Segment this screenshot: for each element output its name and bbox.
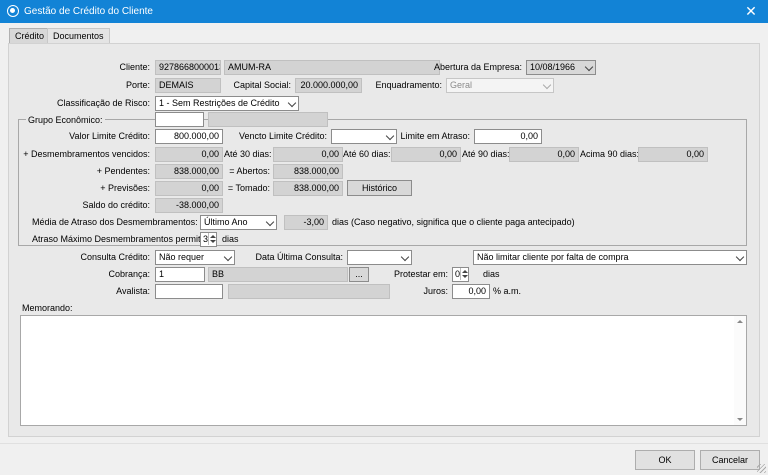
consulta-select[interactable]: Não requer	[155, 250, 235, 265]
tomado-label: = Tomado:	[227, 183, 270, 193]
data-consulta-select[interactable]	[347, 250, 412, 265]
chevron-down-icon	[223, 252, 233, 262]
ate30-label: Até 30 dias:	[224, 149, 272, 159]
resize-grip-icon[interactable]	[757, 464, 766, 473]
capital-field[interactable]: 20.000.000,00	[295, 78, 362, 93]
saldo-label: Saldo do crédito:	[82, 200, 150, 210]
chevron-down-icon	[287, 98, 297, 108]
pendentes-label: + Pendentes:	[96, 166, 150, 176]
cliente-code-field[interactable]: 92786680000139	[155, 60, 221, 75]
cobranca-name-field[interactable]: BB	[208, 267, 348, 282]
atraso-maximo-unit: dias	[222, 234, 239, 244]
previsoes-label: + Previsões:	[100, 183, 150, 193]
classificacao-select[interactable]: 1 - Sem Restrições de Crédito	[155, 96, 299, 111]
avalista-label: Avalista:	[116, 286, 150, 296]
vencto-select[interactable]	[331, 129, 397, 144]
media-atraso-note: dias (Caso negativo, significa que o cli…	[332, 217, 575, 227]
chevron-down-icon	[385, 131, 395, 141]
memorando-label: Memorando:	[22, 303, 73, 313]
desm-vencidos-label: + Desmembramentos vencidos:	[23, 149, 150, 159]
ate90-label: Até 90 dias:	[462, 149, 510, 159]
atraso-maximo-label: Atraso Máximo Desmembramentos permitido:	[32, 234, 216, 244]
data-consulta-label: Data Última Consulta:	[255, 252, 343, 262]
stepper-down-icon[interactable]	[460, 274, 468, 280]
limite-atraso-field[interactable]: 0,00	[474, 129, 542, 144]
media-atraso-field[interactable]: -3,00	[284, 215, 328, 230]
enquadramento-label: Enquadramento:	[375, 80, 442, 90]
close-icon[interactable]: ✕	[743, 3, 759, 19]
capital-label: Capital Social:	[233, 80, 291, 90]
media-atraso-label: Média de Atraso dos Desmembramentos:	[32, 217, 198, 227]
ate30-field[interactable]: 0,00	[273, 147, 343, 162]
abertos-field[interactable]: 838.000,00	[273, 164, 343, 179]
chevron-down-icon	[542, 80, 552, 90]
window-title: Gestão de Crédito do Cliente	[24, 6, 153, 17]
ate60-label: Até 60 dias:	[343, 149, 391, 159]
juros-label: Juros:	[423, 286, 448, 296]
media-periodo-select[interactable]: Último Ano	[200, 215, 277, 230]
tab-documentos[interactable]: Documentos	[47, 28, 110, 44]
stepper-down-icon[interactable]	[208, 239, 216, 245]
consulta-label: Consulta Crédito:	[80, 252, 150, 262]
pendentes-field[interactable]: 838.000,00	[155, 164, 223, 179]
acima90-label: Acima 90 dias:	[580, 149, 640, 159]
cobranca-lookup-button[interactable]: ...	[349, 267, 369, 282]
protestar-stepper[interactable]: 0	[452, 267, 469, 282]
atraso-maximo-stepper[interactable]: 3	[200, 232, 217, 247]
abertura-label: Abertura da Empresa:	[433, 62, 522, 72]
vencto-label: Vencto Limite Crédito:	[238, 131, 327, 141]
cliente-name-field[interactable]: AMUM-RA	[224, 60, 440, 75]
cliente-label: Cliente:	[119, 62, 150, 72]
grupo-code-field[interactable]	[155, 112, 204, 127]
chevron-down-icon	[400, 252, 410, 262]
protestar-unit: dias	[483, 269, 500, 279]
previsoes-field[interactable]: 0,00	[155, 181, 223, 196]
porte-label: Porte:	[125, 80, 150, 90]
limite-field[interactable]: 800.000,00	[155, 129, 223, 144]
limite-atraso-label: Limite em Atraso:	[400, 131, 470, 141]
desm-vencidos-field[interactable]: 0,00	[155, 147, 223, 162]
chevron-down-icon	[265, 217, 275, 227]
cobranca-label: Cobrança:	[108, 269, 150, 279]
grupo-label: Grupo Econômico:	[26, 113, 105, 128]
tab-credito[interactable]: Crédito	[9, 28, 51, 44]
juros-field[interactable]: 0,00	[452, 284, 490, 299]
cancel-button[interactable]: Cancelar	[700, 450, 760, 470]
cobranca-code-field[interactable]: 1	[155, 267, 205, 282]
avalista-code-field[interactable]	[155, 284, 223, 299]
grupo-name-field[interactable]	[208, 112, 328, 127]
enquadramento-select[interactable]: Geral	[446, 78, 554, 93]
memorando-textarea[interactable]	[20, 315, 747, 426]
juros-unit: % a.m.	[493, 286, 522, 296]
scroll-down-icon[interactable]	[734, 415, 746, 425]
abertos-label: = Abertos:	[229, 166, 270, 176]
limite-label: Valor Limite Crédito:	[69, 131, 150, 141]
classificacao-label: Classificação de Risco:	[56, 98, 150, 108]
limitar-select[interactable]: Não limitar cliente por falta de compra	[473, 250, 747, 265]
title-bar: Gestão de Crédito do Cliente ✕	[0, 0, 768, 23]
ok-button[interactable]: OK	[635, 450, 695, 470]
chevron-down-icon	[584, 62, 594, 72]
acima90-field[interactable]: 0,00	[638, 147, 708, 162]
abertura-date-field[interactable]: 10/08/1966	[526, 60, 596, 75]
porte-field[interactable]: DEMAIS	[155, 78, 221, 93]
chevron-down-icon	[735, 252, 745, 262]
ate90-field[interactable]: 0,00	[509, 147, 579, 162]
saldo-field[interactable]: -38.000,00	[155, 198, 223, 213]
scroll-up-icon[interactable]	[734, 316, 746, 326]
historico-button[interactable]: Histórico	[347, 180, 412, 196]
tomado-field[interactable]: 838.000,00	[273, 181, 343, 196]
ate60-field[interactable]: 0,00	[391, 147, 461, 162]
avalista-name-field[interactable]	[228, 284, 390, 299]
app-icon	[7, 5, 19, 17]
memorando-scrollbar[interactable]	[734, 316, 746, 425]
protestar-label: Protestar em:	[393, 269, 448, 279]
